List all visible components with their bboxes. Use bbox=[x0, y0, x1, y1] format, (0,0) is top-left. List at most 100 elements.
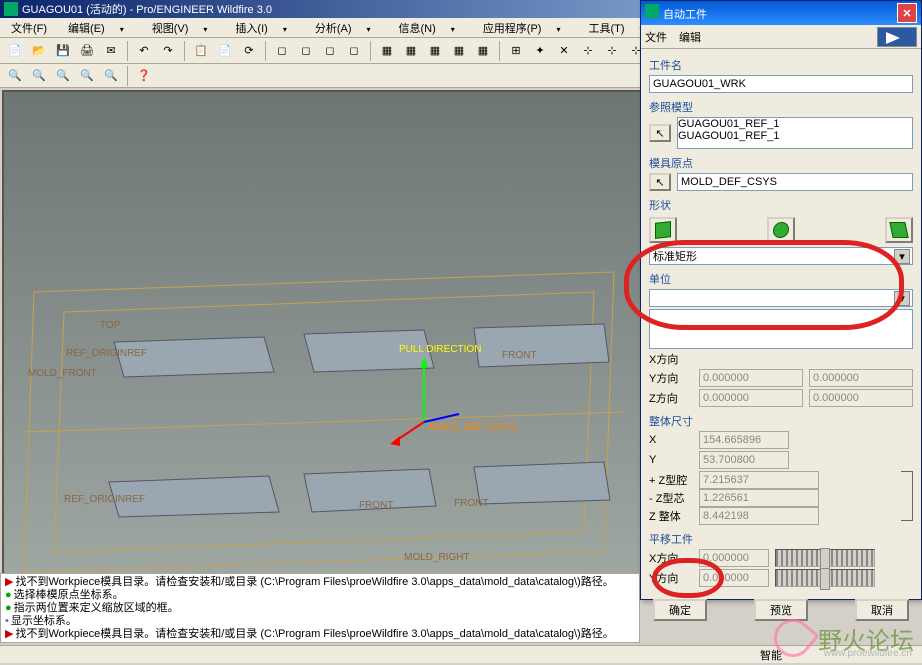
tb-datum5[interactable]: ⊹ bbox=[601, 40, 623, 62]
group-overall-size: 整体尺寸 bbox=[649, 409, 913, 429]
unit-list[interactable] bbox=[649, 309, 913, 349]
msg-2: 选择棒模原点坐标系。 bbox=[5, 589, 635, 602]
tb-redo[interactable]: ↷ bbox=[157, 40, 179, 62]
tb-disp4[interactable]: ▦ bbox=[448, 40, 470, 62]
size-y-val bbox=[699, 451, 789, 469]
ydir-val2 bbox=[809, 369, 913, 387]
tb-paste[interactable]: 📄 bbox=[214, 40, 236, 62]
unit-dropdown[interactable] bbox=[649, 289, 913, 307]
ref-item-2[interactable]: GUAGOU01_REF_1 bbox=[678, 130, 912, 142]
trans-y-val[interactable] bbox=[699, 569, 769, 587]
tb-help-cursor[interactable]: ❓ bbox=[133, 65, 155, 87]
tb-disp5[interactable]: ▦ bbox=[472, 40, 494, 62]
z-cavity-val bbox=[699, 471, 819, 489]
tb-s2[interactable]: 🔍 bbox=[28, 65, 50, 87]
watermark-flame-icon bbox=[774, 619, 812, 657]
watermark-url: www.proewildfire.cn bbox=[824, 648, 912, 659]
trans-x-val[interactable] bbox=[699, 549, 769, 567]
tb-disp2[interactable]: ▦ bbox=[400, 40, 422, 62]
trans-x-slider[interactable] bbox=[775, 549, 875, 567]
tb-mail[interactable]: ✉ bbox=[100, 40, 122, 62]
tb-datum2[interactable]: ✦ bbox=[529, 40, 551, 62]
workpiece-name-input[interactable] bbox=[649, 75, 913, 93]
tb-undo[interactable]: ↶ bbox=[133, 40, 155, 62]
msg-4: 显示坐标系。 bbox=[5, 615, 635, 628]
trans-y-slider[interactable] bbox=[775, 569, 875, 587]
zdir-val1 bbox=[699, 389, 803, 407]
tb-print[interactable]: 🖨 bbox=[76, 40, 98, 62]
tb-regen[interactable]: ⟳ bbox=[238, 40, 260, 62]
lbl-z-core: - Z型芯 bbox=[649, 490, 693, 506]
lbl-z-cavity: + Z型腔 bbox=[649, 472, 693, 488]
ref-item-1[interactable]: GUAGOU01_REF_1 bbox=[678, 118, 912, 130]
group-translate: 平移工件 bbox=[649, 527, 913, 547]
z-total-val bbox=[699, 507, 819, 525]
origin-input[interactable] bbox=[677, 173, 913, 191]
z-bracket-icon bbox=[901, 471, 913, 521]
shape-box-button[interactable] bbox=[649, 217, 677, 243]
group-workpiece-name: 工件名 bbox=[649, 53, 913, 73]
menu-info[interactable]: 信息(N)▾ bbox=[385, 18, 469, 38]
shape-round-button[interactable] bbox=[767, 217, 795, 243]
shape-custom-button[interactable] bbox=[885, 217, 913, 243]
lbl-size-y: Y bbox=[649, 454, 693, 466]
ydir-val1 bbox=[699, 369, 803, 387]
tb-view4[interactable]: ◻ bbox=[343, 40, 365, 62]
pick-ref-button[interactable]: ↖ bbox=[649, 124, 671, 142]
dialog-menu-file[interactable]: 文件 bbox=[645, 29, 667, 45]
dialog-menubar: 文件 编辑 bbox=[641, 25, 921, 49]
vp-csys-label: MOLD_DEF_CSYS bbox=[429, 422, 516, 433]
dialog-menu-edit[interactable]: 编辑 bbox=[679, 29, 701, 45]
vp-front-1: FRONT bbox=[502, 350, 536, 361]
tb-open[interactable]: 📂 bbox=[28, 40, 50, 62]
tb-datum4[interactable]: ⊹ bbox=[577, 40, 599, 62]
tb-view3[interactable]: ◻ bbox=[319, 40, 341, 62]
vp-mold-right: MOLD_RIGHT bbox=[404, 552, 470, 563]
watermark: 野火论坛 www.proewildfire.cn bbox=[774, 619, 914, 657]
tb-view2[interactable]: ◻ bbox=[295, 40, 317, 62]
group-shape: 形状 bbox=[649, 193, 913, 213]
app-title: GUAGOU01 (活动的) - Pro/ENGINEER Wildfire 3… bbox=[22, 1, 272, 17]
tb-datum3[interactable]: ✕ bbox=[553, 40, 575, 62]
ref-model-list[interactable]: GUAGOU01_REF_1 GUAGOU01_REF_1 bbox=[677, 117, 913, 149]
tb-new[interactable]: 📄 bbox=[4, 40, 26, 62]
tb-disp1[interactable]: ▦ bbox=[376, 40, 398, 62]
tb-s1[interactable]: 🔍 bbox=[4, 65, 26, 87]
menu-analysis[interactable]: 分析(A)▾ bbox=[301, 18, 385, 38]
pick-origin-button[interactable]: ↖ bbox=[649, 173, 671, 191]
tb-s5[interactable]: 🔍 bbox=[100, 65, 122, 87]
dialog-title-bar[interactable]: 自动工件 ✕ bbox=[641, 1, 921, 25]
menu-view[interactable]: 视图(V)▾ bbox=[138, 18, 222, 38]
menu-edit[interactable]: 编辑(E)▾ bbox=[54, 18, 138, 38]
lbl-ydir: Y方向 bbox=[649, 370, 693, 386]
menu-file[interactable]: 文件(F) bbox=[4, 18, 54, 38]
z-core-val bbox=[699, 489, 819, 507]
size-x-val bbox=[699, 431, 789, 449]
vp-front-2: FRONT bbox=[359, 500, 393, 511]
lbl-trans-x: X方向 bbox=[649, 550, 693, 566]
tb-copy[interactable]: 📋 bbox=[190, 40, 212, 62]
message-area: 找不到Workpiece模具目录。请检查安装和/或目录 (C:\Program … bbox=[0, 573, 640, 643]
shape-type-dropdown[interactable]: 标准矩形 bbox=[649, 247, 913, 265]
msg-5: 找不到Workpiece模具目录。请检查安装和/或目录 (C:\Program … bbox=[5, 628, 635, 641]
menu-insert[interactable]: 插入(I)▾ bbox=[221, 18, 300, 38]
ok-button[interactable]: 确定 bbox=[653, 599, 707, 621]
lbl-xdir: X方向 bbox=[649, 351, 693, 367]
vp-front-3: FRONT bbox=[454, 498, 488, 509]
dialog-close-button[interactable]: ✕ bbox=[897, 3, 917, 23]
vp-mold-front: MOLD_FRONT bbox=[28, 368, 97, 379]
tb-view1[interactable]: ◻ bbox=[271, 40, 293, 62]
tb-s3[interactable]: 🔍 bbox=[52, 65, 74, 87]
tb-disp3[interactable]: ▦ bbox=[424, 40, 446, 62]
tb-datum1[interactable]: ⊞ bbox=[505, 40, 527, 62]
lbl-zdir: Z方向 bbox=[649, 390, 693, 406]
vp-top-label: TOP bbox=[100, 320, 120, 331]
tb-save[interactable]: 💾 bbox=[52, 40, 74, 62]
preview-button[interactable]: 预览 bbox=[754, 599, 808, 621]
cancel-button[interactable]: 取消 bbox=[855, 599, 909, 621]
vp-ref-origin: REF_ORIGINREF bbox=[66, 348, 147, 359]
group-unit: 单位 bbox=[649, 267, 913, 287]
tb-s4[interactable]: 🔍 bbox=[76, 65, 98, 87]
menu-apps[interactable]: 应用程序(P)▾ bbox=[469, 18, 575, 38]
vp-pull-direction: PULL DIRECTION bbox=[399, 344, 481, 355]
